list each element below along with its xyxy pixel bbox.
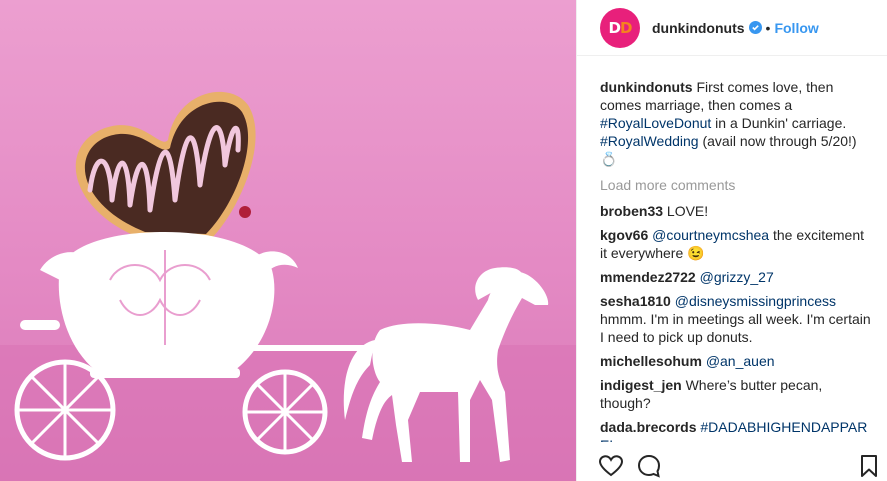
comment-username[interactable]: broben33 xyxy=(600,203,663,219)
load-more-comments-button[interactable]: Load more comments xyxy=(600,176,871,194)
verified-badge-icon xyxy=(748,21,762,34)
avatar-logo: DD xyxy=(608,18,633,37)
comment-mention[interactable]: @courtneymcshea xyxy=(652,227,769,243)
comment-icon[interactable] xyxy=(637,454,661,478)
comment: indigest_jen Where’s butter pecan, thoug… xyxy=(600,376,871,412)
ring-emoji-icon: 💍 xyxy=(600,151,618,167)
comment: kgov66 @courtneymcshea the excitement it… xyxy=(600,226,871,262)
comment: sesha1810 @disneysmissingprincess hmmm. … xyxy=(600,292,871,346)
hashtag-royalwedding[interactable]: #RoyalWedding xyxy=(600,133,699,149)
bookmark-icon[interactable] xyxy=(860,455,878,477)
follow-button[interactable]: Follow xyxy=(774,20,818,36)
avatar[interactable]: DD xyxy=(600,7,640,48)
comment: dada.brecords #DADABHIGHENDAPPAR xyxy=(600,418,871,436)
header-username[interactable]: dunkindonuts xyxy=(652,20,745,36)
comment-text: LOVE! xyxy=(666,203,709,219)
post-photo[interactable] xyxy=(0,0,576,481)
comment-username[interactable]: indigest_jen xyxy=(600,377,682,393)
post-side-panel: DD dunkindonuts • Follow dunkindonuts Fi… xyxy=(576,0,887,481)
comment: michellesohum @an_auen xyxy=(600,352,871,370)
comment-mention[interactable]: #DADABHIGHENDAPPAR xyxy=(700,419,867,435)
post-actions-bar xyxy=(577,451,887,481)
carriage-illustration xyxy=(0,91,576,481)
post-caption: dunkindonuts First comes love, then come… xyxy=(600,78,871,168)
comment-mention[interactable]: @disneysmissingprincess xyxy=(675,293,836,309)
caption-text-3: (avail now through 5/20!) xyxy=(698,133,857,149)
separator-dot: • xyxy=(765,19,771,36)
comment-username[interactable]: michellesohum xyxy=(600,353,702,369)
comments-list: dunkindonuts First comes love, then come… xyxy=(577,56,887,442)
comment-username[interactable]: dada.brecords xyxy=(600,419,696,435)
comment-mention[interactable]: @grizzy_27 xyxy=(700,269,774,285)
comment: broben33 LOVE! xyxy=(600,202,871,220)
heart-icon[interactable] xyxy=(599,455,623,477)
caption-text-2: in a Dunkin' carriage. xyxy=(711,115,847,131)
comment-username[interactable]: sesha1810 xyxy=(600,293,671,309)
comment-username[interactable]: mmendez2722 xyxy=(600,269,696,285)
caption-username[interactable]: dunkindonuts xyxy=(600,79,693,95)
hashtag-royallovedonut[interactable]: #RoyalLoveDonut xyxy=(600,115,711,131)
comment-mention[interactable]: @an_auen xyxy=(706,353,775,369)
comment-username[interactable]: kgov66 xyxy=(600,227,648,243)
comment-text: hmmm. I'm in meetings all week. I'm cert… xyxy=(600,311,871,345)
heart-donut xyxy=(75,91,256,240)
comment: mmendez2722 @grizzy_27 xyxy=(600,268,871,286)
post-header: DD dunkindonuts • Follow xyxy=(577,0,887,56)
comment-overflow-text: EL xyxy=(600,436,871,442)
